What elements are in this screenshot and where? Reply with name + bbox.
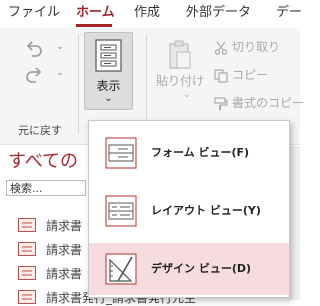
view-button[interactable]: 表示 ⌄ bbox=[84, 32, 133, 110]
form-icon bbox=[18, 266, 36, 280]
undo-dropdown-icon[interactable]: ⌄ bbox=[56, 42, 64, 52]
cut-button[interactable]: 切り取り bbox=[214, 38, 280, 55]
cut-label: 切り取り bbox=[232, 40, 281, 54]
paste-button-label[interactable]: 貼り付け bbox=[156, 72, 204, 89]
redo-dropdown-icon[interactable]: ⌄ bbox=[56, 68, 64, 78]
tab-home[interactable]: ホーム bbox=[76, 4, 115, 22]
menu-item-layout-view[interactable]: レイアウト ビュー(Y) bbox=[89, 185, 289, 237]
undo-group-label: 元に戻す bbox=[18, 124, 62, 137]
form-icon bbox=[18, 290, 36, 304]
ribbon-separator bbox=[146, 34, 147, 134]
view-dropdown-menu: フォーム ビュー(F) レイアウト ビュー(Y) デザイン ビュー(D) bbox=[88, 120, 290, 298]
menu-item-label: レイアウト ビュー(Y) bbox=[151, 204, 261, 217]
menu-item-form-view[interactable]: フォーム ビュー(F) bbox=[89, 127, 289, 179]
tab-create[interactable]: 作成 bbox=[134, 4, 160, 22]
form-view-icon bbox=[105, 137, 137, 169]
tab-database-tools[interactable]: デー bbox=[276, 4, 302, 22]
active-tab-indicator bbox=[76, 24, 112, 27]
design-view-icon bbox=[105, 253, 137, 285]
menu-item-label: フォーム ビュー(F) bbox=[151, 146, 250, 159]
format-painter-icon bbox=[214, 96, 228, 110]
scissors-icon bbox=[214, 41, 228, 55]
list-item-label: 請求書 bbox=[46, 267, 83, 281]
copy-button[interactable]: コピー bbox=[214, 66, 268, 83]
nav-pane-title[interactable]: すべての bbox=[8, 147, 78, 173]
copy-icon bbox=[214, 68, 228, 83]
tab-external-data[interactable]: 外部データ bbox=[186, 4, 251, 22]
tab-file[interactable]: ファイル bbox=[8, 4, 60, 22]
ribbon-separator bbox=[78, 34, 79, 134]
list-item-label: 請求書 bbox=[46, 243, 83, 257]
format-painter-label: 書式のコピー bbox=[232, 96, 305, 110]
paste-icon[interactable] bbox=[168, 40, 192, 70]
chevron-down-icon: ⌄ bbox=[104, 93, 113, 104]
redo-icon[interactable] bbox=[24, 64, 44, 84]
paste-dropdown-icon[interactable]: ⌄ bbox=[183, 90, 191, 100]
layout-view-icon bbox=[105, 195, 137, 227]
view-icon bbox=[95, 39, 122, 72]
format-painter-button[interactable]: 書式のコピー bbox=[214, 94, 304, 111]
menu-item-design-view[interactable]: デザイン ビュー(D) bbox=[89, 243, 289, 295]
form-icon bbox=[18, 242, 36, 256]
list-item-label: 請求書 bbox=[46, 219, 83, 233]
search-input[interactable]: 検索... bbox=[6, 180, 86, 196]
menu-tab-bar: ファイル ホーム 作成 外部データ デー bbox=[0, 0, 302, 27]
copy-label: コピー bbox=[232, 68, 269, 82]
view-button-label: 表示 bbox=[96, 79, 121, 93]
undo-icon[interactable] bbox=[24, 38, 44, 58]
menu-item-label: デザイン ビュー(D) bbox=[151, 262, 252, 275]
form-icon bbox=[18, 218, 36, 232]
